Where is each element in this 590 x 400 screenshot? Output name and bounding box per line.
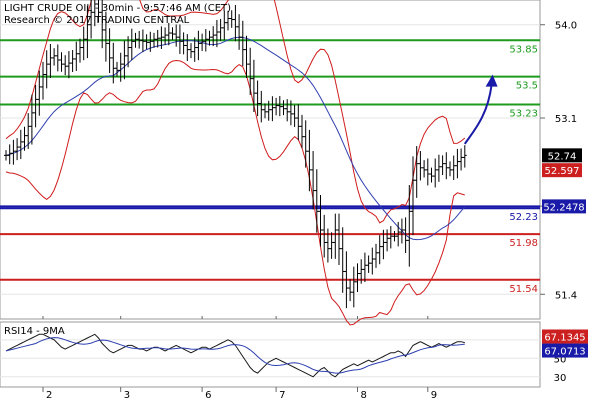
price-tick-label: 53.1 [555,114,577,125]
rsi-tick-label: 30 [554,373,567,384]
time-tick-label: 3 [124,390,130,400]
level-label: 53.85 [509,44,538,55]
ma-value-label: 52.597 [545,166,580,177]
level-label: 53.5 [516,81,538,92]
price-tick-label: 51.4 [555,290,577,301]
level-label: 51.98 [509,238,538,249]
level-value-label: 52.2478 [543,202,584,213]
time-tick-label: 9 [431,390,437,400]
level-label: 51.54 [509,284,538,295]
chart-subtitle: Research © 2017 TRADING CENTRAL [4,15,190,26]
time-tick-label: 8 [361,390,367,400]
time-tick-label: 2 [46,390,52,400]
last-price-label: 52.74 [548,151,577,162]
price-axis: 54.053.152.2551.452.247852.7452.59770503… [540,21,588,384]
time-tick-label: 6 [205,390,211,400]
rsi-ma-value-label: 67.0713 [544,347,585,358]
level-label: 52.23 [509,212,538,223]
chart-canvas: 53.85 53.5 53.23 52.23 51.98 51.54 54.0 53.1 52… [0,0,588,400]
level-label: 53.23 [509,109,538,120]
price-tick-label: 54.0 [555,21,577,32]
chart-title: LIGHT CRUDE OIL - 30min - 9:57:46 AM (CE… [4,3,231,14]
time-tick-label: 7 [279,390,285,400]
rsi-label: RSI14 - 9MA [4,326,65,337]
rsi-value-label: 67.1345 [544,332,585,343]
